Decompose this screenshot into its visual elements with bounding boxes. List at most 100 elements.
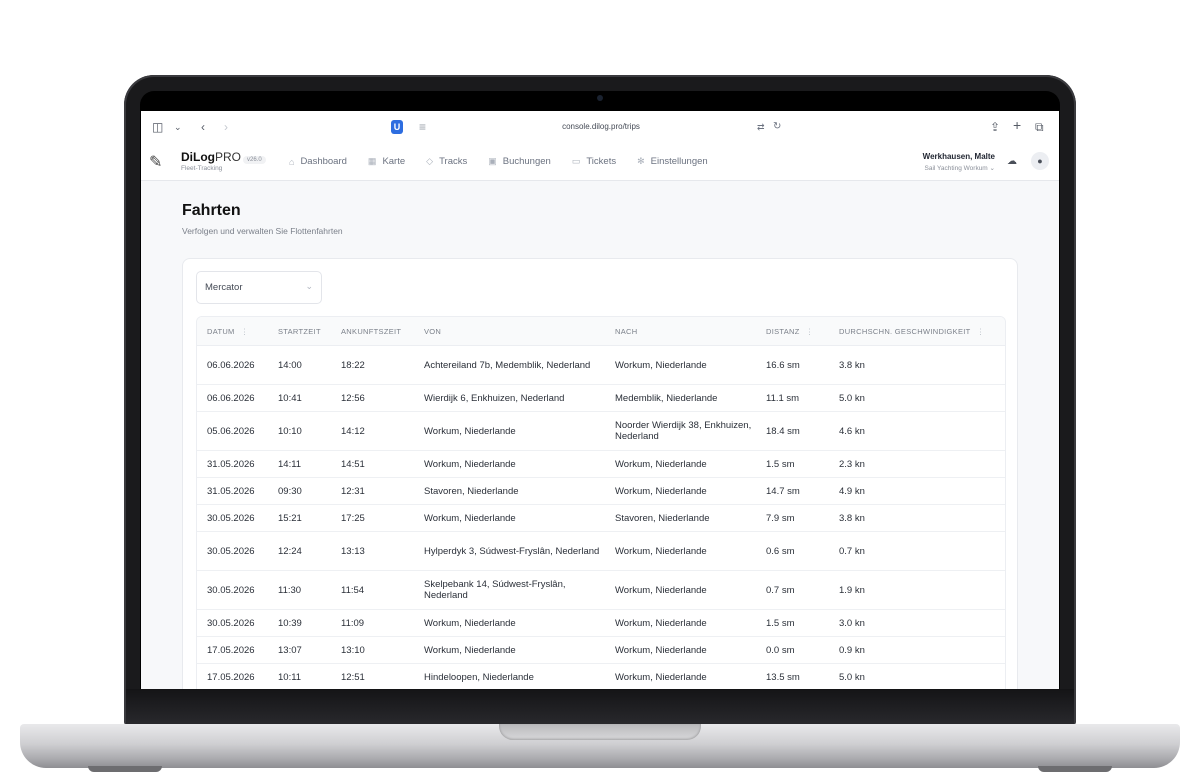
nav-item-buchungen[interactable]: ▣ Buchungen: [488, 156, 551, 167]
forward-icon[interactable]: ›: [224, 120, 228, 134]
cell-nach: Noorder Wierdijk 38, Enkhuizen, Nederlan…: [605, 411, 756, 451]
sort-icon[interactable]: ⋮: [241, 327, 249, 336]
cell-distanz: 0.6 sm: [756, 531, 829, 571]
chevron-down-icon[interactable]: ⌄: [174, 120, 182, 134]
app-header: ✎ DiLogPRO Fleet-Tracking v26.0 ⌂ Dashbo…: [141, 144, 1059, 181]
table-row[interactable]: 06.06.2026 10:41 12:56 Wierdijk 6, Enkhu…: [197, 384, 1005, 412]
reader-icon[interactable]: ≡: [419, 120, 426, 134]
cell-datum: 30.05.2026: [197, 609, 268, 637]
cell-distanz: 13.5 sm: [756, 663, 829, 689]
table-row[interactable]: 05.06.2026 10:10 14:12 Workum, Niederlan…: [197, 411, 1005, 451]
cell-startzeit: 14:11: [268, 450, 331, 478]
cloud-icon[interactable]: ☁: [1007, 156, 1017, 167]
laptop-opening-groove: [499, 724, 701, 740]
reload-icon[interactable]: ↻: [773, 120, 781, 134]
translate-icon[interactable]: ⇄: [757, 120, 765, 134]
cell-datum: 06.06.2026: [197, 345, 268, 385]
cell-startzeit: 14:00: [268, 345, 331, 385]
sidebar-toggle-icon[interactable]: ◫: [152, 120, 163, 134]
table-row[interactable]: 17.05.2026 10:11 12:51 Hindeloopen, Nied…: [197, 663, 1005, 689]
column-label: DATUM: [207, 326, 235, 336]
cell-distanz: 0.0 sm: [756, 636, 829, 664]
nav-item-tracks[interactable]: ◇ Tracks: [426, 156, 467, 167]
table-row[interactable]: 30.05.2026 11:30 11:54 Skelpebank 14, Sú…: [197, 570, 1005, 610]
column-header-nach: NACH: [605, 317, 756, 346]
cell-distanz: 1.5 sm: [756, 450, 829, 478]
cell-von: Hylperdyk 3, Súdwest-Fryslân, Nederland: [414, 531, 605, 571]
share-icon[interactable]: ⇪: [990, 120, 1000, 134]
table-row[interactable]: 06.06.2026 14:00 18:22 Achtereiland 7b, …: [197, 345, 1005, 385]
camera-icon: [597, 95, 603, 101]
organization-switcher[interactable]: Sail Yachting Workum ⌄: [925, 164, 996, 172]
ticket-icon: ▭: [571, 156, 581, 166]
new-tab-icon[interactable]: +: [1013, 118, 1021, 132]
cell-geschwindigkeit: 4.6 kn: [829, 411, 1005, 451]
cell-geschwindigkeit: 3.8 kn: [829, 345, 1005, 385]
route-icon: ◇: [426, 156, 434, 166]
cell-von: Wierdijk 6, Enkhuizen, Nederland: [414, 384, 605, 412]
browser-toolbar: ◫ ⌄ ‹ › U ≡ console.dilog.pro/trips ⇄ ↻ …: [141, 111, 1059, 145]
cell-startzeit: 13:07: [268, 636, 331, 664]
nav-item-einstellungen[interactable]: ✻ Einstellungen: [637, 156, 708, 167]
column-label: ANKUNFTSZEIT: [341, 326, 402, 336]
cell-nach: Workum, Niederlande: [605, 450, 756, 478]
cell-ankunftszeit: 17:25: [331, 504, 414, 532]
table-row[interactable]: 31.05.2026 09:30 12:31 Stavoren, Niederl…: [197, 477, 1005, 505]
address-bar[interactable]: console.dilog.pro/trips: [521, 122, 681, 131]
nav-item-tickets[interactable]: ▭ Tickets: [572, 156, 616, 167]
column-header-geschwindigkeit[interactable]: DURCHSCHN. GESCHWINDIGKEIT ⋮: [829, 317, 1005, 346]
cell-geschwindigkeit: 3.0 kn: [829, 609, 1005, 637]
sort-icon[interactable]: ⋮: [806, 327, 814, 336]
cell-von: Achtereiland 7b, Medemblik, Nederland: [414, 345, 605, 385]
brand[interactable]: DiLogPRO: [181, 151, 241, 164]
cell-datum: 05.06.2026: [197, 411, 268, 451]
table-row[interactable]: 31.05.2026 14:11 14:51 Workum, Niederlan…: [197, 450, 1005, 478]
page-title: Fahrten: [182, 202, 241, 219]
nav-item-karte[interactable]: ▦ Karte: [368, 156, 405, 167]
user-name[interactable]: Werkhausen, Malte: [923, 152, 995, 161]
cell-startzeit: 10:41: [268, 384, 331, 412]
cell-nach: Workum, Niederlande: [605, 477, 756, 505]
laptop-foot-right: [1038, 766, 1112, 772]
chevron-down-icon: ⌄: [989, 165, 995, 172]
cell-ankunftszeit: 13:13: [331, 531, 414, 571]
sort-icon[interactable]: ⋮: [977, 327, 985, 336]
cell-startzeit: 10:11: [268, 663, 331, 689]
cell-datum: 30.05.2026: [197, 570, 268, 610]
cell-nach: Workum, Niederlande: [605, 345, 756, 385]
back-icon[interactable]: ‹: [201, 120, 205, 134]
home-icon: ⌂: [289, 156, 295, 167]
cell-startzeit: 10:39: [268, 609, 331, 637]
cell-distanz: 1.5 sm: [756, 609, 829, 637]
table-row[interactable]: 30.05.2026 15:21 17:25 Workum, Niederlan…: [197, 504, 1005, 532]
table-header-row: DATUM ⋮ STARTZEIT ANKUNFTSZEIT VON NACH D…: [197, 317, 1005, 346]
nav-label: Einstellungen: [650, 156, 708, 167]
table-row[interactable]: 17.05.2026 13:07 13:10 Workum, Niederlan…: [197, 636, 1005, 664]
boat-select-value: Mercator: [205, 282, 243, 293]
cell-datum: 17.05.2026: [197, 636, 268, 664]
cell-von: Hindeloopen, Niederlande: [414, 663, 605, 689]
cell-geschwindigkeit: 0.9 kn: [829, 636, 1005, 664]
laptop-foot-left: [88, 766, 162, 772]
column-label: NACH: [615, 326, 638, 336]
cell-von: Workum, Niederlande: [414, 411, 605, 451]
cell-startzeit: 10:10: [268, 411, 331, 451]
cell-datum: 17.05.2026: [197, 663, 268, 689]
cell-geschwindigkeit: 1.9 kn: [829, 570, 1005, 610]
table-row[interactable]: 30.05.2026 10:39 11:09 Workum, Niederlan…: [197, 609, 1005, 637]
column-header-distanz[interactable]: DISTANZ ⋮: [756, 317, 829, 346]
gear-icon: ✻: [637, 156, 645, 166]
organization-name: Sail Yachting Workum: [924, 165, 988, 172]
trips-table: DATUM ⋮ STARTZEIT ANKUNFTSZEIT VON NACH D…: [196, 316, 1006, 689]
cell-ankunftszeit: 12:31: [331, 477, 414, 505]
nav-item-dashboard[interactable]: ⌂ Dashboard: [289, 156, 347, 167]
password-manager-icon[interactable]: U: [391, 120, 403, 134]
table-row[interactable]: 30.05.2026 12:24 13:13 Hylperdyk 3, Súdw…: [197, 531, 1005, 571]
cell-distanz: 16.6 sm: [756, 345, 829, 385]
cell-datum: 31.05.2026: [197, 450, 268, 478]
boat-select[interactable]: Mercator ⌄: [196, 271, 322, 304]
column-header-datum[interactable]: DATUM ⋮: [197, 317, 268, 346]
tab-overview-icon[interactable]: ⧉: [1035, 120, 1044, 134]
nav-label: Tracks: [439, 156, 468, 167]
avatar[interactable]: ●: [1031, 152, 1049, 170]
